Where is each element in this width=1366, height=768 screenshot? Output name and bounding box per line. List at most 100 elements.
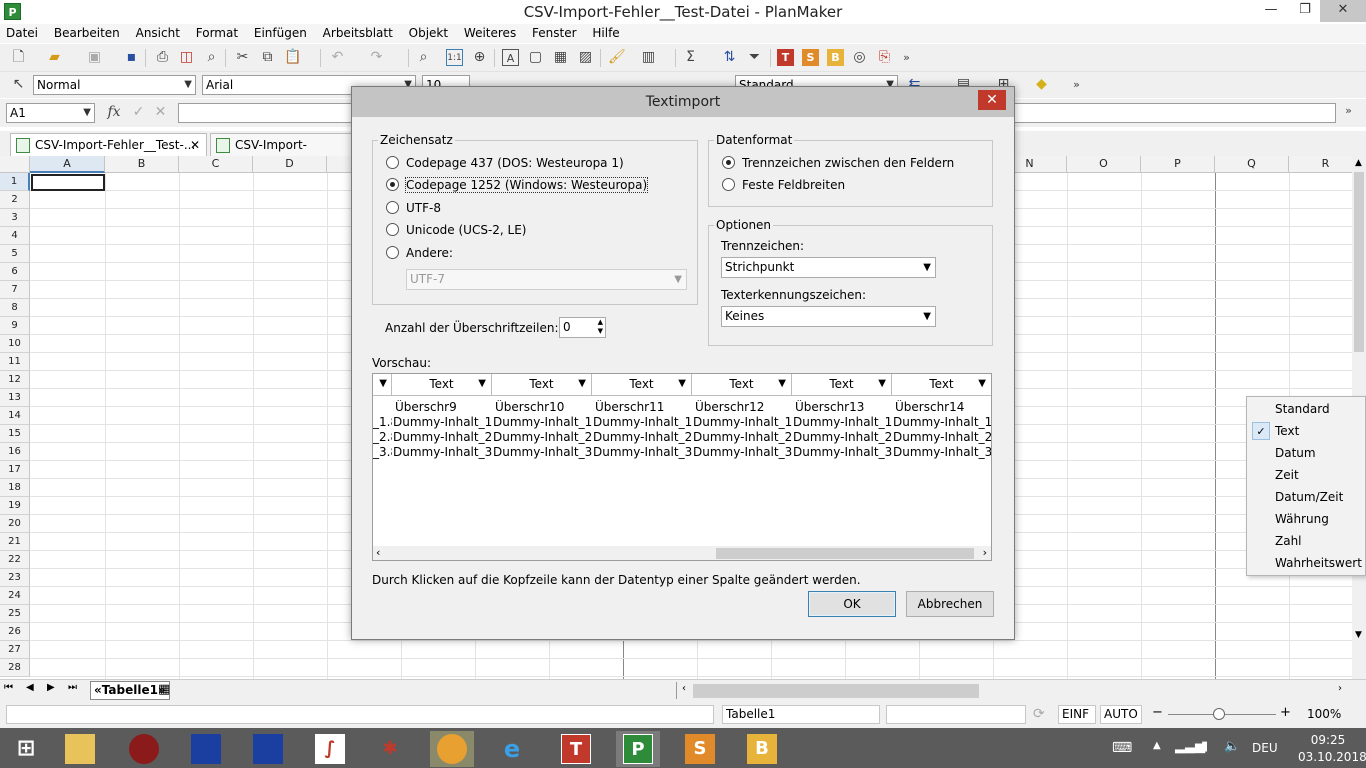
menu-item-waehrung[interactable]: Währung: [1247, 508, 1365, 530]
column-header-a[interactable]: A: [30, 156, 105, 173]
status-calc-mode[interactable]: AUTO: [1100, 705, 1142, 724]
active-cell-a1[interactable]: [31, 174, 105, 191]
picture-frame-icon[interactable]: ▨: [577, 49, 594, 66]
header-rows-spinner[interactable]: 0 ▲ ▼: [559, 317, 606, 338]
row-header[interactable]: 1: [0, 173, 30, 191]
scroll-right-icon[interactable]: ›: [1338, 683, 1342, 694]
fill-color-icon[interactable]: ◆: [1033, 76, 1050, 93]
tray-expand-icon[interactable]: ▲: [1153, 740, 1161, 768]
row-header[interactable]: 26: [0, 623, 30, 641]
cut-icon[interactable]: ✂: [234, 49, 251, 66]
taskbar-textmaker[interactable]: T: [554, 731, 598, 767]
select-all-corner[interactable]: [0, 156, 30, 173]
other-charset-select[interactable]: UTF-7 ▼: [406, 269, 687, 290]
scroll-right-icon[interactable]: ›: [983, 546, 987, 559]
battery-icon[interactable]: ▮: [1201, 739, 1208, 768]
radio-delimited[interactable]: Trennzeichen zwischen den Feldern: [722, 155, 954, 171]
preview-type-header[interactable]: Text ▼: [392, 374, 492, 396]
menu-einfuegen[interactable]: Einfügen: [248, 24, 313, 42]
search-icon[interactable]: ⌕: [415, 49, 432, 66]
taskbar-explorer[interactable]: [58, 731, 102, 767]
more-format-icon[interactable]: »: [1068, 76, 1085, 93]
cancel-icon[interactable]: ✕: [152, 104, 169, 121]
preview-type-header[interactable]: Text ▼: [892, 374, 991, 396]
menu-bearbeiten[interactable]: Bearbeiten: [48, 24, 126, 42]
taskbar-mail[interactable]: [430, 731, 474, 767]
scroll-up-icon[interactable]: ▲: [1355, 158, 1362, 168]
menu-ansicht[interactable]: Ansicht: [130, 24, 186, 42]
row-header[interactable]: 10: [0, 335, 30, 353]
web-icon[interactable]: ◎: [851, 49, 868, 66]
row-header[interactable]: 4: [0, 227, 30, 245]
selection-arrow-icon[interactable]: ↖: [10, 76, 27, 93]
new-document-icon[interactable]: 🗋: [10, 49, 27, 66]
close-button[interactable]: ✕: [1320, 0, 1366, 22]
column-header-b[interactable]: B: [105, 156, 179, 173]
zoom-100-icon[interactable]: 1:1: [446, 49, 463, 66]
taskbar-game[interactable]: ✱: [368, 731, 412, 767]
row-header[interactable]: 9: [0, 317, 30, 335]
taskbar-media[interactable]: [122, 731, 166, 767]
menu-datei[interactable]: Datei: [0, 24, 44, 42]
menu-item-zeit[interactable]: Zeit: [1247, 464, 1365, 486]
save-all-icon[interactable]: ▣: [86, 49, 103, 66]
text-frame-icon[interactable]: A: [502, 49, 519, 66]
zoom-in-icon[interactable]: +: [1280, 705, 1291, 720]
status-insert-mode[interactable]: EINF: [1058, 705, 1096, 724]
column-header-r[interactable]: R: [1289, 156, 1352, 173]
radio-unicode[interactable]: Unicode (UCS-2, LE): [386, 222, 526, 238]
preview-type-header[interactable]: Text ▼: [792, 374, 892, 396]
row-header[interactable]: 5: [0, 245, 30, 263]
row-header[interactable]: 3: [0, 209, 30, 227]
row-header[interactable]: 24: [0, 587, 30, 605]
preview-type-header[interactable]: Text ▼: [592, 374, 692, 396]
language-indicator[interactable]: DEU: [1252, 741, 1278, 768]
chart-icon[interactable]: ▥: [640, 49, 657, 66]
scroll-down-icon[interactable]: ▼: [1355, 630, 1362, 640]
restore-button[interactable]: ❐: [1288, 0, 1322, 22]
radio-fixed-width[interactable]: Feste Feldbreiten: [722, 177, 845, 193]
add-sheet-icon[interactable]: ▦: [158, 682, 170, 697]
zoom-level[interactable]: 100%: [1307, 707, 1341, 721]
taskbar-presentations[interactable]: S: [678, 731, 722, 767]
row-header[interactable]: 25: [0, 605, 30, 623]
row-header[interactable]: 27: [0, 641, 30, 659]
next-sheet-icon[interactable]: ▶: [47, 682, 55, 693]
filter-icon[interactable]: ⏷: [746, 49, 763, 66]
menu-format[interactable]: Format: [190, 24, 244, 42]
row-header[interactable]: 14: [0, 407, 30, 425]
zoom-out-icon[interactable]: −: [1152, 705, 1163, 720]
radio-utf8[interactable]: UTF-8: [386, 200, 441, 216]
text-qualifier-select[interactable]: Keines ▼: [721, 306, 936, 327]
more-tools-icon[interactable]: »: [898, 49, 915, 66]
print-icon[interactable]: ⎙: [154, 49, 171, 66]
table-icon[interactable]: ▦: [552, 49, 569, 66]
menu-item-text[interactable]: ✓ Text: [1247, 420, 1365, 442]
row-header[interactable]: 21: [0, 533, 30, 551]
row-header[interactable]: 6: [0, 263, 30, 281]
menu-item-wahrheitswert[interactable]: Wahrheitswert: [1247, 552, 1365, 574]
clock-date[interactable]: 03.10.2018: [1298, 750, 1366, 768]
taskbar-pdf[interactable]: ∫: [308, 731, 352, 767]
refresh-icon[interactable]: ⟳: [1033, 706, 1045, 722]
save-icon[interactable]: ▪: [123, 49, 140, 66]
row-header[interactable]: 20: [0, 515, 30, 533]
zoom-slider-handle[interactable]: [1213, 708, 1225, 720]
function-icon[interactable]: fx: [104, 104, 124, 121]
row-header[interactable]: 22: [0, 551, 30, 569]
pdf-export-icon[interactable]: ⎘: [876, 49, 893, 66]
scroll-left-icon[interactable]: ‹: [682, 683, 686, 694]
row-header[interactable]: 19: [0, 497, 30, 515]
menu-arbeitsblatt[interactable]: Arbeitsblatt: [317, 24, 399, 42]
style-select[interactable]: Normal ▼: [33, 75, 196, 95]
row-header[interactable]: 13: [0, 389, 30, 407]
taskbar-save[interactable]: [184, 731, 228, 767]
prev-sheet-icon[interactable]: ◀: [26, 682, 34, 693]
doc-tab-2[interactable]: CSV-Import-Fehler__T: [210, 133, 360, 174]
cancel-button[interactable]: Abbrechen: [906, 591, 994, 617]
preview-type-header[interactable]: Text ▼: [492, 374, 592, 396]
menu-weiteres[interactable]: Weiteres: [458, 24, 522, 42]
close-tab-icon[interactable]: ✕: [190, 134, 200, 156]
scroll-thumb[interactable]: [1354, 172, 1364, 352]
scroll-left-icon[interactable]: ‹: [376, 546, 380, 559]
